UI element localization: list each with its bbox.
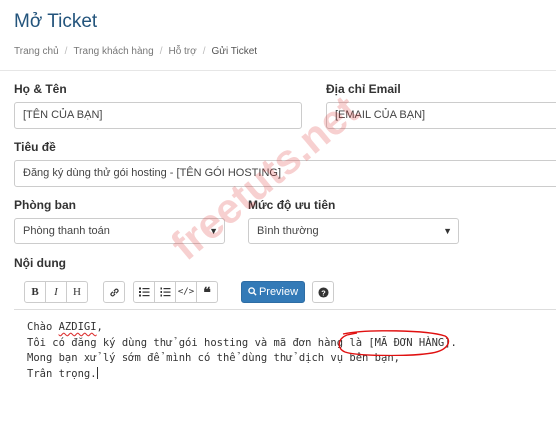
priority-selected-value: Bình thường: [257, 225, 319, 237]
priority-select[interactable]: Bình thường ▼: [248, 218, 459, 244]
bold-icon: B: [31, 286, 39, 298]
breadcrumb-separator: /: [159, 46, 163, 57]
greeting-text: Chào: [27, 321, 59, 333]
name-label: Họ & Tên: [14, 82, 67, 96]
link-icon: [109, 288, 119, 297]
message-editor[interactable]: Chào AZDIGI, Tôi có đăng ký dùng thử gói…: [27, 320, 457, 382]
bulleted-list-icon: [138, 287, 149, 297]
help-button[interactable]: ?: [312, 281, 334, 303]
editor-line-3: Mong bạn xử lý sớm để mình có thể dùng t…: [27, 352, 400, 364]
dropdown-caret-icon: ▼: [209, 226, 218, 236]
link-button[interactable]: [103, 281, 125, 303]
signoff-text: Trân trọng.: [27, 367, 97, 380]
subject-field[interactable]: Đăng ký dùng thử gói hosting - [TÊN GÓI …: [14, 160, 556, 187]
greeting-name: AZDIGI: [58, 321, 97, 333]
breadcrumb-home[interactable]: Trang chủ: [14, 46, 59, 57]
italic-icon: I: [54, 286, 58, 298]
text-cursor: [96, 366, 98, 379]
greeting-punctuation: ,: [96, 321, 103, 333]
numbered-list-icon: [160, 287, 170, 297]
heading-icon: H: [73, 286, 81, 298]
quote-icon: ❝: [203, 286, 211, 301]
editor-border: [14, 309, 556, 310]
breadcrumb-current: Gửi Ticket: [211, 46, 258, 57]
breadcrumb-client-area[interactable]: Trang khách hàng: [73, 46, 153, 57]
bulleted-list-button[interactable]: [133, 281, 155, 303]
breadcrumb-separator: /: [64, 46, 68, 57]
department-label: Phòng ban: [14, 198, 76, 212]
department-select[interactable]: Phòng thanh toán ▼: [14, 218, 225, 244]
editor-line-4: Trân trọng.: [27, 366, 98, 380]
page-title: Mở Ticket: [14, 11, 98, 32]
subject-label: Tiêu đề: [14, 140, 56, 154]
code-button[interactable]: </>: [175, 281, 197, 303]
dropdown-caret-icon: ▼: [443, 226, 452, 236]
content-label: Nội dung: [14, 256, 66, 270]
priority-label: Mức độ ưu tiên: [248, 198, 336, 212]
divider: [0, 70, 556, 71]
breadcrumb-separator: /: [202, 46, 206, 57]
numbered-list-button[interactable]: [154, 281, 176, 303]
email-field[interactable]: [EMAIL CỦA BẠN]: [326, 102, 556, 129]
email-label: Địa chỉ Email: [326, 82, 401, 96]
name-field[interactable]: [TÊN CỦA BẠN]: [14, 102, 302, 129]
editor-line-1: Chào AZDIGI,: [27, 321, 103, 333]
italic-button[interactable]: I: [45, 281, 67, 303]
heading-button[interactable]: H: [66, 281, 88, 303]
help-icon: ?: [317, 287, 329, 298]
code-icon: </>: [177, 287, 195, 297]
bold-button[interactable]: B: [24, 281, 46, 303]
preview-label: Preview: [258, 286, 299, 298]
quote-button[interactable]: ❝: [196, 281, 218, 303]
svg-text:?: ?: [321, 288, 326, 297]
editor-line-2: Tôi có đăng ký dùng thử gói hosting và m…: [27, 336, 457, 349]
breadcrumb-support[interactable]: Hỗ trợ: [168, 46, 196, 57]
preview-button[interactable]: Preview: [241, 281, 305, 303]
department-selected-value: Phòng thanh toán: [23, 225, 110, 237]
breadcrumb: Trang chủ / Trang khách hàng / Hỗ trợ / Gửi Ti…: [14, 46, 257, 57]
search-icon: [248, 287, 257, 296]
